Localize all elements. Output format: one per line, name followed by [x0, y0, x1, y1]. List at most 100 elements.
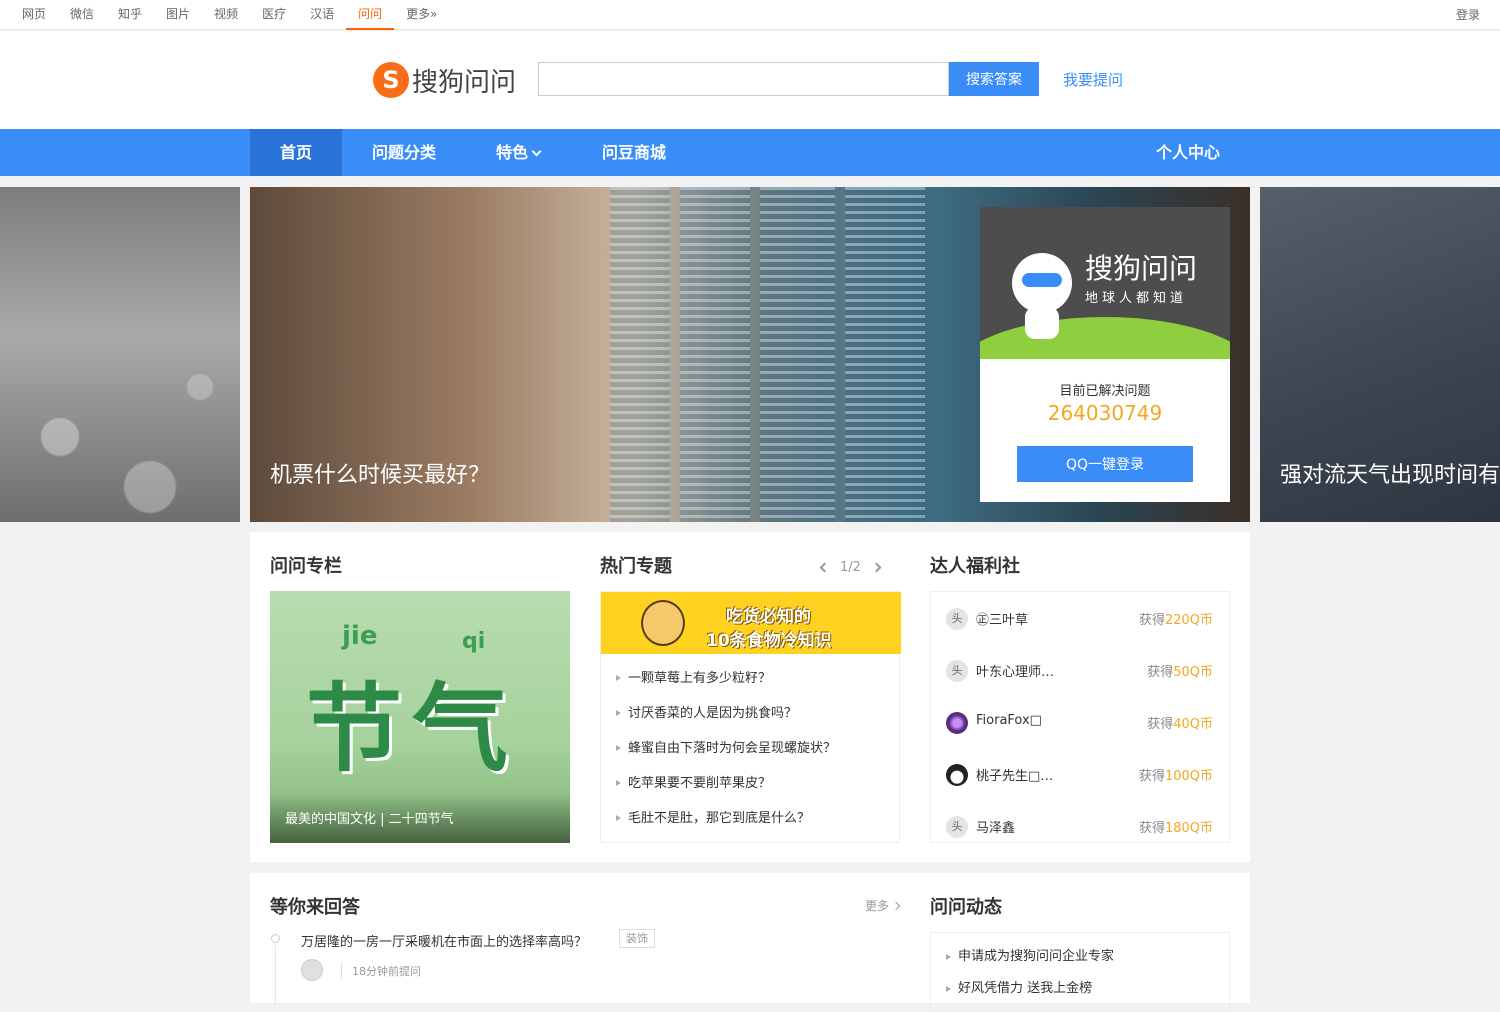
nav-home[interactable]: 首页: [250, 129, 342, 176]
avatar[interactable]: [946, 712, 968, 734]
nav-features-label: 特色: [496, 143, 529, 162]
topic-list-item[interactable]: 吃苹果要不要削苹果皮？: [601, 766, 901, 801]
waiting-title: 等你来回答: [270, 897, 360, 918]
header: S 搜狗问问 搜索答案 我要提问: [0, 31, 1500, 129]
hill-illustration: [980, 317, 1230, 359]
topics-box: 吃货必知的 10条食物冷知识 一颗草莓上有多少粒籽？ 讨厌香菜的人是因为挑食吗？蜂…: [600, 591, 901, 843]
column-caption-overlay: 最美的中国文化 | 二十四节气: [270, 793, 570, 843]
banner-caption: 机票什么时候买最好？: [270, 463, 491, 488]
card-brand: 搜狗问问: [1085, 252, 1198, 285]
topic-list-item[interactable]: 一颗草莓上有多少粒籽？: [601, 661, 901, 696]
daren-row[interactable]: 头马泽鑫 获得180Q币: [931, 800, 1229, 842]
daren-reward: 获得180Q币: [1139, 817, 1213, 836]
logo-mark: S: [373, 62, 409, 98]
chevron-left-icon[interactable]: [819, 562, 830, 573]
column-feature-image[interactable]: jie qi 节气 最美的中国文化 | 二十四节气: [270, 591, 570, 843]
topic-list-item[interactable]: 毛肚不是肚，那它到底是什么？: [601, 801, 901, 836]
daren-name[interactable]: 叶东心理师…: [976, 661, 1054, 680]
more-link[interactable]: 更多: [865, 897, 901, 914]
avatar[interactable]: 头: [946, 660, 968, 682]
reward-coins: 100Q币: [1164, 769, 1213, 784]
daren-row[interactable]: FioraFox□ 获得40Q币: [931, 696, 1229, 748]
chevron-right-icon: [891, 901, 901, 910]
daren-name[interactable]: ㊣三叶草: [976, 609, 1028, 628]
search-input[interactable]: [538, 62, 949, 96]
dynamics-item[interactable]: 好风凭借力 送我上金榜: [931, 974, 1229, 1004]
nav-shop[interactable]: 问豆商城: [602, 129, 666, 176]
daren-name[interactable]: 桃子先生□…: [976, 765, 1053, 784]
more-label: 更多: [865, 899, 890, 913]
top-links: 网页 微信 知乎 图片 视频 医疗 汉语 问问 更多»: [10, 0, 449, 30]
top-link[interactable]: 问问: [346, 0, 395, 30]
login-card-illustration: 搜狗问问 地球人都知道: [980, 207, 1230, 359]
daren-row[interactable]: 头㊣三叶草 获得220Q币: [931, 592, 1229, 644]
avatar[interactable]: [301, 959, 323, 981]
reward-prefix: 获得: [1147, 717, 1174, 732]
reward-prefix: 获得: [1147, 665, 1174, 680]
reward-prefix: 获得: [1138, 613, 1165, 628]
reward-coins: 40Q币: [1173, 717, 1213, 732]
reward-prefix: 获得: [1138, 821, 1165, 836]
waiting-question[interactable]: 万居隆的一房一厅采暖机在市面上的选择率高吗？: [301, 931, 587, 950]
topics-pager: 1/2: [819, 560, 882, 575]
daren-name[interactable]: FioraFox□: [976, 713, 1042, 728]
daren-reward: 获得40Q币: [1147, 713, 1213, 732]
logo-text: 搜狗问问: [412, 67, 517, 98]
pinyin-jie: jie: [342, 621, 378, 651]
nav-personal-center[interactable]: 个人中心: [1156, 129, 1220, 176]
daren-title: 达人福利社: [930, 556, 1020, 577]
top-link[interactable]: 视频: [202, 0, 250, 30]
question-time: 18分钟前提问: [341, 963, 421, 979]
reward-coins: 50Q币: [1173, 665, 1213, 680]
banner-slide-next[interactable]: 强对流天气出现时间有: [1260, 187, 1500, 522]
reward-coins: 180Q币: [1164, 821, 1213, 836]
content-block-1: 问问专栏 jie qi 节气 最美的中国文化 | 二十四节气 热门专题 1/2 …: [250, 532, 1250, 862]
jieqi-big-text: 节气: [306, 673, 518, 785]
solved-count: 264030749: [1047, 401, 1163, 425]
solved-label: 目前已解决问题: [1059, 384, 1151, 399]
banner-board: [760, 187, 835, 522]
avatar[interactable]: 头: [946, 816, 968, 838]
top-link[interactable]: 网页: [10, 0, 58, 30]
nav-features[interactable]: 特色: [496, 129, 542, 176]
ask-question-link[interactable]: 我要提问: [1063, 69, 1123, 90]
daren-reward: 获得220Q币: [1139, 609, 1213, 628]
sogou-wenwen-logo[interactable]: S 搜狗问问: [373, 62, 516, 98]
nav-categories[interactable]: 问题分类: [372, 129, 436, 176]
topics-title: 热门专题: [600, 556, 672, 577]
banner-board: [680, 187, 750, 522]
topic-list-item[interactable]: 蜂蜜自由下落时为何会呈现螺旋状？: [601, 731, 901, 766]
dynamics-item[interactable]: 申请成为搜狗问问企业专家: [931, 942, 1229, 972]
cat-illustration-icon: [641, 600, 685, 646]
reward-prefix: 获得: [1138, 769, 1165, 784]
top-link[interactable]: 图片: [154, 0, 202, 30]
avatar[interactable]: 头: [946, 608, 968, 630]
daren-row[interactable]: 桃子先生□… 获得100Q币: [931, 748, 1229, 800]
topic-banner[interactable]: 吃货必知的 10条食物冷知识: [601, 592, 901, 654]
banner-board: [845, 187, 925, 522]
pager-text: 1/2: [840, 560, 861, 575]
topic-list-item[interactable]: 讨厌香菜的人是因为挑食吗？: [601, 696, 901, 731]
column-title: 问问专栏: [270, 556, 342, 577]
topic-banner-line1: 吃货必知的: [726, 607, 811, 627]
login-link[interactable]: 登录: [1456, 0, 1480, 30]
top-link[interactable]: 微信: [58, 0, 106, 30]
top-link[interactable]: 医疗: [250, 0, 298, 30]
top-link[interactable]: 汉语: [298, 0, 346, 30]
top-link[interactable]: 更多»: [394, 0, 449, 30]
chevron-right-icon[interactable]: [871, 562, 882, 573]
chevron-down-icon: [531, 146, 542, 157]
qq-login-button[interactable]: QQ一键登录: [1017, 446, 1193, 482]
top-link[interactable]: 知乎: [106, 0, 154, 30]
daren-name[interactable]: 马泽鑫: [976, 817, 1015, 836]
banner-board: [610, 187, 670, 522]
daren-reward: 获得100Q币: [1139, 765, 1213, 784]
column-caption: 最美的中国文化 | 二十四节气: [285, 812, 454, 827]
question-tag[interactable]: 装饰: [619, 929, 655, 948]
daren-row[interactable]: 头叶东心理师… 获得50Q币: [931, 644, 1229, 696]
dynamics-box: 申请成为搜狗问问企业专家 好风凭借力 送我上金榜: [930, 932, 1230, 1012]
search-answer-button[interactable]: 搜索答案: [949, 62, 1039, 96]
avatar[interactable]: [946, 764, 968, 786]
login-card: 搜狗问问 地球人都知道 目前已解决问题 264030749 QQ一键登录: [980, 207, 1230, 502]
banner-slide-prev[interactable]: [0, 187, 240, 522]
